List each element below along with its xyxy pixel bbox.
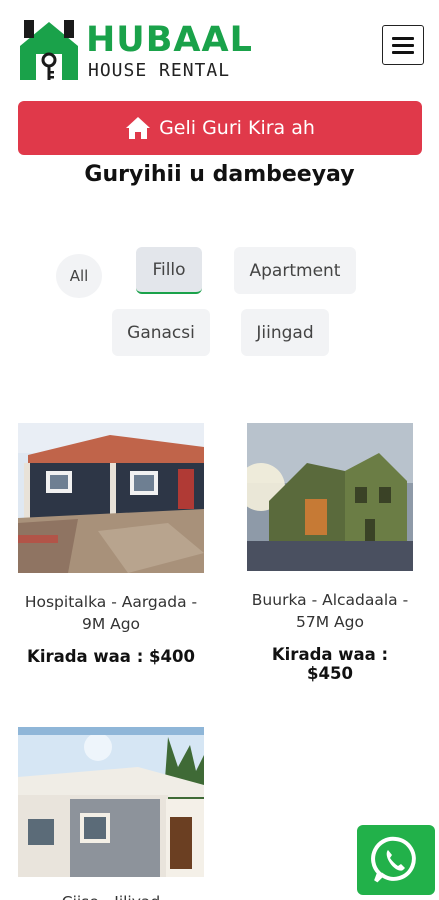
add-rental-button[interactable]: Geli Guri Kira ah bbox=[18, 101, 422, 155]
whatsapp-icon bbox=[371, 836, 416, 883]
hamburger-icon-line bbox=[392, 43, 414, 47]
listing-price: Kirada waa : $400 bbox=[27, 647, 195, 666]
brand-subtitle: HOUSE RENTAL bbox=[88, 60, 231, 81]
filter-fillo[interactable]: Fillo bbox=[136, 247, 202, 294]
section-title: Guryihii u dambeeyay bbox=[84, 162, 355, 187]
header: HUBAAL HOUSE RENTAL bbox=[0, 0, 439, 95]
listing-location: Hospitalka - Aargada - 9M Ago bbox=[24, 593, 198, 633]
hamburger-icon-line bbox=[392, 50, 414, 54]
brand-logo[interactable]: HUBAAL HOUSE RENTAL bbox=[18, 18, 252, 84]
filter-apartment[interactable]: Apartment bbox=[234, 247, 356, 294]
listing-photo[interactable] bbox=[18, 423, 204, 573]
listing-photo[interactable] bbox=[247, 423, 413, 571]
listing-price: Kirada waa : $450 bbox=[271, 645, 389, 683]
filter-jiingad[interactable]: Jiingad bbox=[241, 309, 329, 356]
filter-all[interactable]: All bbox=[56, 254, 102, 298]
home-icon bbox=[126, 117, 151, 139]
hamburger-menu-button[interactable] bbox=[382, 25, 424, 65]
listing-photo[interactable] bbox=[18, 727, 204, 877]
listing-location: Ciise - Jiliyad bbox=[18, 891, 204, 900]
add-rental-label: Geli Guri Kira ah bbox=[159, 117, 315, 139]
house-key-logo-icon bbox=[20, 20, 78, 80]
whatsapp-button[interactable] bbox=[357, 825, 435, 895]
brand-title: HUBAAL bbox=[86, 20, 253, 60]
filter-ganacsi[interactable]: Ganacsi bbox=[112, 309, 210, 356]
listing-card[interactable]: Hospitalka - Aargada - 9M Ago Kirada waa… bbox=[18, 423, 204, 666]
hamburger-icon-line bbox=[392, 36, 414, 40]
listing-card[interactable]: Ciise - Jiliyad bbox=[18, 727, 204, 900]
listing-location: Buurka - Alcadaala - 57M Ago bbox=[251, 591, 409, 631]
listing-card[interactable]: Buurka - Alcadaala - 57M Ago Kirada waa … bbox=[247, 423, 433, 683]
